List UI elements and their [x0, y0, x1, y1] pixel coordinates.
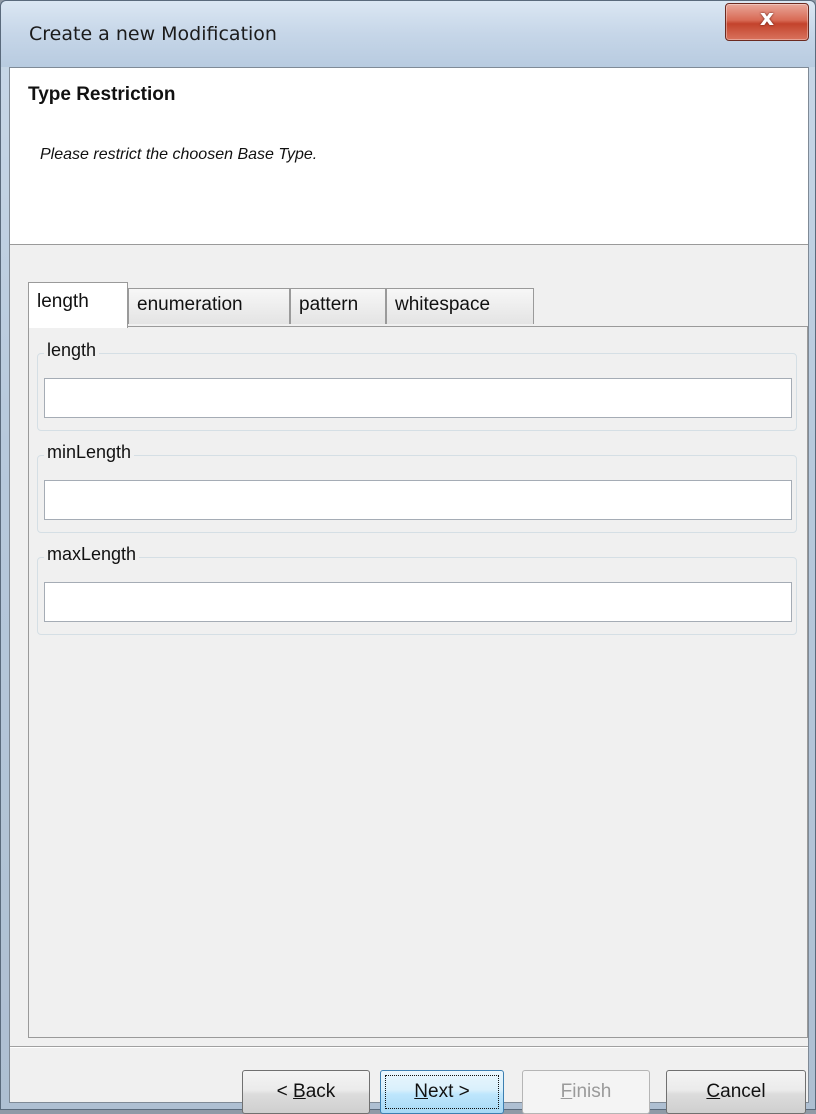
tab-panel-length: length minLength maxLength: [28, 326, 808, 1038]
back-mnemonic: B: [293, 1081, 306, 1102]
finish-button[interactable]: Finish: [522, 1070, 650, 1114]
max-length-group: maxLength: [37, 544, 797, 635]
tab-enumeration[interactable]: enumeration: [128, 288, 290, 324]
finish-mnemonic: F: [560, 1081, 573, 1102]
next-button[interactable]: Next >: [380, 1070, 504, 1114]
cancel-mnemonic: C: [706, 1081, 721, 1102]
close-icon[interactable]: x: [726, 6, 808, 31]
title-bar[interactable]: Create a new Modification x: [1, 1, 815, 67]
back-label-rest: ack: [305, 1081, 336, 1102]
page-description: Please restrict the choosen Base Type.: [40, 146, 318, 163]
tab-length[interactable]: length: [28, 282, 128, 328]
cancel-label-rest: ancel: [720, 1081, 766, 1102]
length-group: length: [37, 340, 797, 431]
dialog-content: Type Restriction Please restrict the cho…: [9, 67, 809, 1114]
min-length-input[interactable]: [44, 480, 792, 520]
tab-pattern[interactable]: pattern: [290, 288, 386, 324]
length-label: length: [44, 340, 100, 361]
back-prefix: <: [276, 1081, 294, 1102]
max-length-input[interactable]: [44, 582, 792, 622]
page-title: Type Restriction: [28, 84, 176, 105]
tab-whitespace[interactable]: whitespace: [386, 288, 534, 324]
dialog-window: Create a new Modification x Type Restric…: [0, 0, 816, 1114]
back-button[interactable]: < Back: [242, 1070, 370, 1114]
min-length-label: minLength: [44, 442, 135, 463]
max-length-label: maxLength: [44, 544, 140, 565]
button-separator: [10, 1046, 808, 1048]
cancel-button[interactable]: Cancel: [666, 1070, 806, 1114]
finish-label-rest: inish: [572, 1081, 612, 1102]
focus-ring: [385, 1075, 499, 1109]
window-title: Create a new Modification: [29, 23, 277, 45]
wizard-header: Type Restriction Please restrict the cho…: [10, 68, 808, 245]
length-input[interactable]: [44, 378, 792, 418]
close-button[interactable]: x: [725, 3, 809, 41]
min-length-group: minLength: [37, 442, 797, 533]
